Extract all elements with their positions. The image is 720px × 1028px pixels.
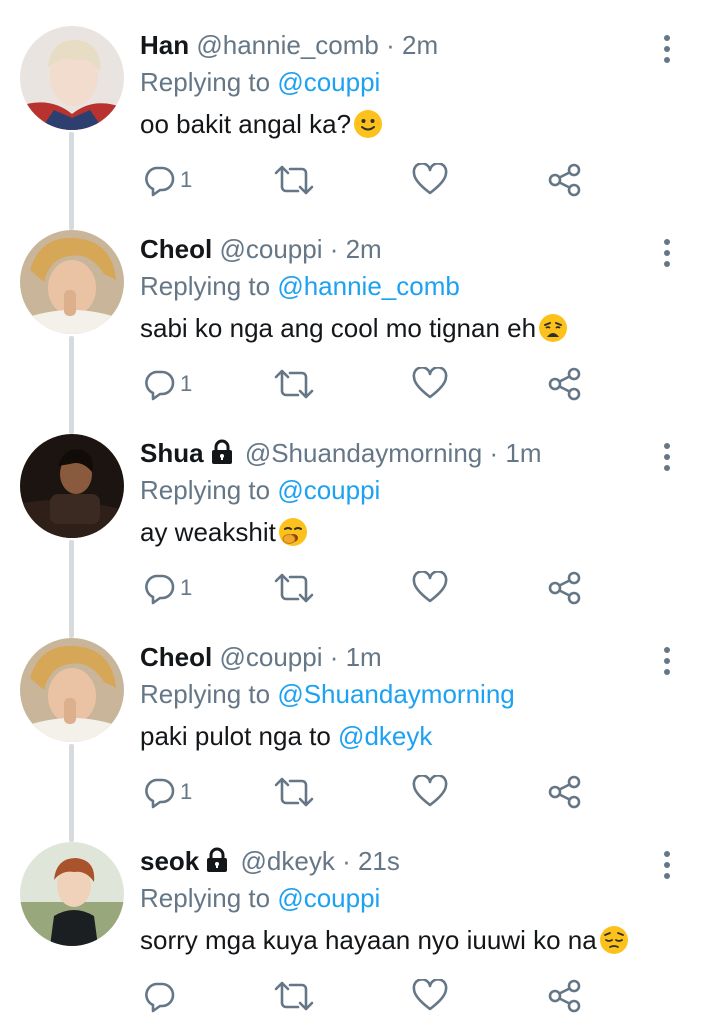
heart-icon bbox=[412, 979, 448, 1011]
tweet-text: sabi ko nga ang cool mo tignan eh bbox=[140, 313, 537, 343]
display-name[interactable]: seok bbox=[140, 846, 199, 876]
tweet-text: oo bakit angal ka? bbox=[140, 109, 352, 139]
lock-icon bbox=[207, 847, 228, 872]
reply-icon bbox=[145, 574, 175, 605]
retweet-button[interactable] bbox=[274, 976, 314, 1016]
reply-count: 1 bbox=[180, 575, 193, 600]
reply-count: 1 bbox=[180, 167, 193, 192]
lock-icon bbox=[211, 439, 232, 464]
replying-to-mention[interactable]: @couppi bbox=[277, 475, 380, 505]
timestamp[interactable]: · 2m bbox=[386, 30, 438, 60]
reply-button[interactable]: 1 bbox=[142, 160, 192, 200]
display-name[interactable]: Cheol bbox=[140, 234, 212, 264]
replying-to-label: Replying to bbox=[140, 271, 271, 301]
heart-icon bbox=[412, 571, 448, 603]
reply-icon bbox=[145, 370, 175, 401]
tweet[interactable]: Cheol @couppi · 2m Replying to @hannie_c… bbox=[0, 204, 720, 408]
share-button[interactable] bbox=[548, 160, 582, 200]
display-name[interactable]: Han bbox=[140, 30, 189, 60]
replying-to-mention[interactable]: @Shuandaymorning bbox=[277, 679, 514, 709]
reply-icon bbox=[145, 166, 175, 197]
heart-icon bbox=[412, 367, 448, 399]
like-button[interactable] bbox=[412, 976, 448, 1016]
replying-to-label: Replying to bbox=[140, 883, 271, 913]
like-button[interactable] bbox=[412, 568, 448, 608]
reply-count: 1 bbox=[180, 779, 193, 804]
user-handle[interactable]: @couppi bbox=[219, 234, 322, 264]
like-button[interactable] bbox=[412, 160, 448, 200]
avatar[interactable] bbox=[20, 842, 124, 946]
more-options-icon[interactable] bbox=[662, 34, 672, 64]
user-handle[interactable]: @hannie_comb bbox=[196, 30, 379, 60]
more-options-icon[interactable] bbox=[662, 442, 672, 472]
reply-icon bbox=[145, 982, 175, 1013]
more-options-icon[interactable] bbox=[662, 850, 672, 880]
replying-to-mention[interactable]: @couppi bbox=[277, 883, 380, 913]
retweet-icon bbox=[274, 165, 314, 195]
weary-face-icon bbox=[539, 314, 568, 342]
slightly-smiling-face-icon bbox=[354, 110, 383, 138]
retweet-button[interactable] bbox=[274, 568, 314, 608]
retweet-icon bbox=[274, 573, 314, 603]
retweet-icon bbox=[274, 981, 314, 1011]
tweet-text: sorry mga kuya hayaan nyo iuuwi ko na bbox=[140, 925, 597, 955]
avatar[interactable] bbox=[20, 26, 124, 130]
tweet[interactable]: seok @dkeyk · 21s Replying to @couppi so… bbox=[0, 816, 720, 1020]
retweet-button[interactable] bbox=[274, 364, 314, 404]
share-button[interactable] bbox=[548, 568, 582, 608]
timestamp[interactable]: · 21s bbox=[342, 846, 400, 876]
share-icon bbox=[548, 775, 581, 809]
replying-to-label: Replying to bbox=[140, 475, 271, 505]
timestamp[interactable]: · 2m bbox=[330, 234, 382, 264]
share-button[interactable] bbox=[548, 976, 582, 1016]
tweet-mention[interactable]: @dkeyk bbox=[338, 721, 432, 751]
user-handle[interactable]: @Shuandaymorning bbox=[245, 438, 482, 468]
yawning-face-icon bbox=[278, 518, 307, 546]
share-icon bbox=[548, 979, 581, 1013]
replying-to-mention[interactable]: @hannie_comb bbox=[277, 271, 460, 301]
user-handle[interactable]: @dkeyk bbox=[241, 846, 335, 876]
reply-button[interactable]: 1 bbox=[142, 772, 192, 812]
retweet-icon bbox=[274, 777, 314, 807]
tweet[interactable]: Han @hannie_comb · 2m Replying to @coupp… bbox=[0, 0, 720, 204]
avatar[interactable] bbox=[20, 434, 124, 538]
reply-count: 1 bbox=[180, 371, 193, 396]
tweet[interactable]: Cheol @couppi · 1m Replying to @Shuanday… bbox=[0, 612, 720, 816]
display-name[interactable]: Cheol bbox=[140, 642, 212, 672]
reply-button[interactable]: 1 bbox=[142, 364, 192, 404]
reply-button[interactable] bbox=[142, 976, 180, 1016]
more-options-icon[interactable] bbox=[662, 238, 672, 268]
heart-icon bbox=[412, 775, 448, 807]
avatar[interactable] bbox=[20, 638, 124, 742]
share-icon bbox=[548, 571, 581, 605]
share-button[interactable] bbox=[548, 364, 582, 404]
timestamp[interactable]: · 1m bbox=[330, 642, 382, 672]
like-button[interactable] bbox=[412, 364, 448, 404]
retweet-icon bbox=[274, 369, 314, 399]
tweet-text: ay weakshit bbox=[140, 517, 276, 547]
retweet-button[interactable] bbox=[274, 772, 314, 812]
heart-icon bbox=[412, 163, 448, 195]
share-icon bbox=[548, 163, 581, 197]
reply-button[interactable]: 1 bbox=[142, 568, 192, 608]
replying-to-label: Replying to bbox=[140, 67, 271, 97]
reply-icon bbox=[145, 778, 175, 809]
share-button[interactable] bbox=[548, 772, 582, 812]
timestamp[interactable]: · 1m bbox=[489, 438, 541, 468]
retweet-button[interactable] bbox=[274, 160, 314, 200]
pensive-face-icon bbox=[599, 926, 628, 954]
like-button[interactable] bbox=[412, 772, 448, 812]
replying-to-label: Replying to bbox=[140, 679, 271, 709]
tweet[interactable]: Shua @Shuandaymorning · 1m Replying to @… bbox=[0, 408, 720, 612]
avatar[interactable] bbox=[20, 230, 124, 334]
more-options-icon[interactable] bbox=[662, 646, 672, 676]
user-handle[interactable]: @couppi bbox=[219, 642, 322, 672]
replying-to-mention[interactable]: @couppi bbox=[277, 67, 380, 97]
share-icon bbox=[548, 367, 581, 401]
tweet-text: paki pulot nga to bbox=[140, 721, 339, 751]
display-name[interactable]: Shua bbox=[140, 438, 204, 468]
